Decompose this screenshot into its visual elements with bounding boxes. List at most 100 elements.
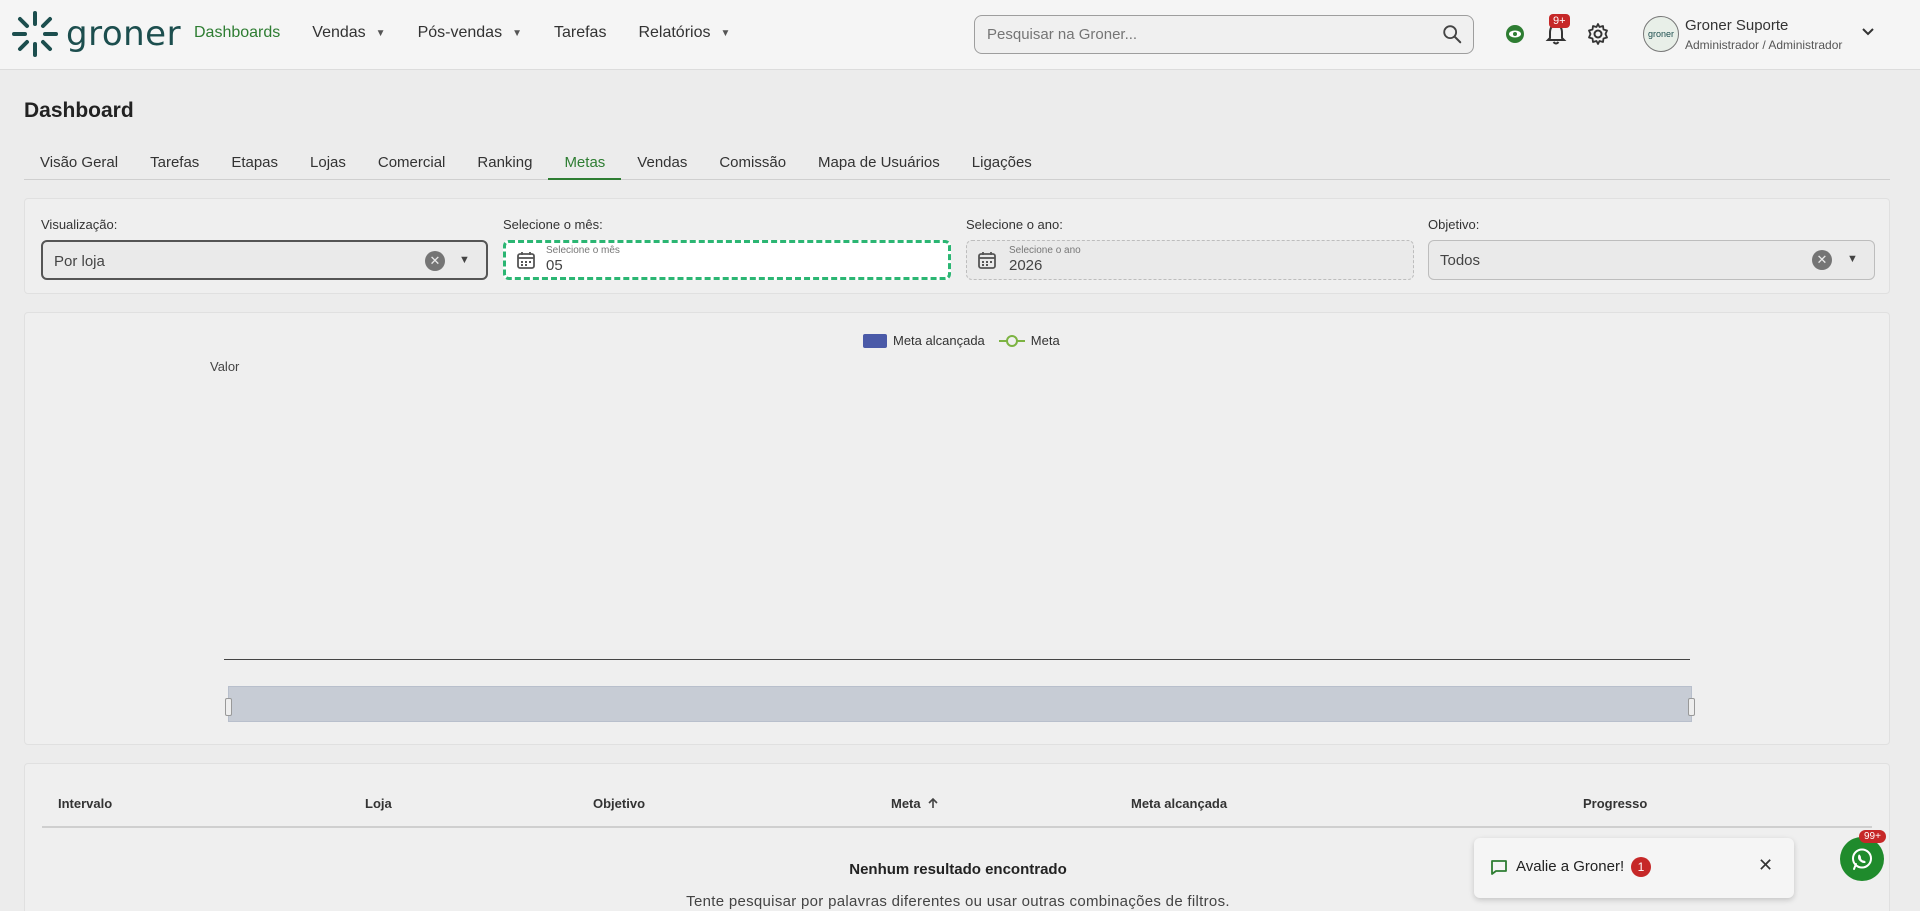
notifications-badge: 9+ bbox=[1549, 14, 1570, 28]
tab-vendas[interactable]: Vendas bbox=[621, 148, 703, 180]
filter-mes: Selecione o mês: Selecione o mês 05 bbox=[503, 217, 951, 280]
clear-icon[interactable]: ✕ bbox=[1812, 250, 1832, 270]
user-menu[interactable]: groner Groner Suporte Administrador / Ad… bbox=[1643, 16, 1876, 52]
legend-label[interactable]: Meta alcançada bbox=[893, 333, 985, 348]
table-header: Intervalo Loja Objetivo Meta Meta alcanç… bbox=[42, 786, 1872, 828]
tab-mapa-de-usuarios[interactable]: Mapa de Usuários bbox=[802, 148, 956, 180]
nav-vendas[interactable]: Vendas ▼ bbox=[312, 24, 385, 42]
select-value: Todos bbox=[1440, 252, 1481, 269]
zoom-handle-right[interactable] bbox=[1688, 698, 1695, 716]
goals-chart: Meta alcançada Meta Valor bbox=[24, 312, 1890, 745]
x-axis-line bbox=[224, 659, 1690, 660]
close-icon[interactable]: ✕ bbox=[1758, 855, 1773, 876]
visualizacao-select[interactable]: Por loja ✕ ▼ bbox=[41, 240, 488, 280]
nav-label: Dashboards bbox=[194, 24, 281, 41]
tab-tarefas[interactable]: Tarefas bbox=[134, 148, 215, 180]
toast-count-badge: 1 bbox=[1631, 857, 1651, 877]
page-title: Dashboard bbox=[24, 99, 134, 122]
logo-text: groner bbox=[66, 14, 182, 54]
column-meta[interactable]: Meta bbox=[891, 796, 939, 811]
column-meta-alcancada[interactable]: Meta alcançada bbox=[1131, 796, 1227, 811]
filter-ano: Selecione o ano: Selecione o ano 2026 bbox=[966, 217, 1414, 280]
column-progresso[interactable]: Progresso bbox=[1583, 796, 1647, 811]
eye-chat-icon[interactable] bbox=[1503, 22, 1527, 51]
search-input[interactable] bbox=[975, 16, 1415, 53]
tab-metas[interactable]: Metas bbox=[548, 148, 622, 180]
dashboard-tabs: Visão Geral Tarefas Etapas Lojas Comerci… bbox=[24, 148, 1890, 180]
nav-label: Relatórios bbox=[638, 24, 711, 41]
vertical-scrollbar[interactable] bbox=[1904, 70, 1920, 911]
caret-down-icon: ▼ bbox=[375, 27, 386, 39]
caret-down-icon: ▼ bbox=[720, 27, 731, 39]
whatsapp-badge: 99+ bbox=[1859, 830, 1886, 843]
feedback-toast[interactable]: Avalie a Groner! 1 ✕ bbox=[1474, 838, 1794, 898]
filters-card: Visualização: Por loja ✕ ▼ Selecione o m… bbox=[24, 198, 1890, 294]
calendar-icon bbox=[977, 250, 997, 275]
filter-objetivo: Objetivo: Todos ✕ ▼ bbox=[1428, 217, 1875, 280]
column-objetivo[interactable]: Objetivo bbox=[593, 796, 645, 811]
tab-ligacoes[interactable]: Ligações bbox=[956, 148, 1048, 180]
month-value: 05 bbox=[546, 257, 563, 274]
user-name: Groner Suporte bbox=[1685, 16, 1789, 34]
legend-line-marker bbox=[998, 334, 1025, 347]
tab-comissao[interactable]: Comissão bbox=[703, 148, 802, 180]
chart-legend: Meta alcançada Meta bbox=[863, 333, 1060, 348]
column-intervalo[interactable]: Intervalo bbox=[58, 796, 112, 811]
whatsapp-icon bbox=[1852, 848, 1872, 870]
month-hint: Selecione o mês bbox=[546, 245, 620, 256]
tab-ranking[interactable]: Ranking bbox=[461, 148, 548, 180]
filter-label: Objetivo: bbox=[1428, 217, 1480, 232]
nav-dashboards[interactable]: Dashboards bbox=[194, 24, 280, 42]
chart-zoom-slider[interactable] bbox=[225, 686, 1695, 722]
column-loja[interactable]: Loja bbox=[365, 796, 392, 811]
y-axis-label: Valor bbox=[210, 359, 240, 374]
app-screen: groner Dashboards Vendas ▼ Pós-vendas ▼ Ta… bbox=[0, 0, 1920, 911]
toast-text: Avalie a Groner! bbox=[1516, 858, 1625, 875]
tab-etapas[interactable]: Etapas bbox=[215, 148, 294, 180]
gear-icon[interactable] bbox=[1586, 22, 1610, 51]
nav-relatorios[interactable]: Relatórios ▼ bbox=[638, 24, 730, 42]
chat-bubble-icon bbox=[1490, 858, 1508, 881]
year-hint: Selecione o ano bbox=[1009, 245, 1081, 256]
sort-arrow-up-icon bbox=[928, 797, 938, 808]
avatar: groner bbox=[1643, 16, 1679, 52]
nav-label: Tarefas bbox=[553, 24, 607, 41]
dropdown-arrow-icon[interactable]: ▼ bbox=[459, 254, 470, 266]
search-icon[interactable] bbox=[1441, 23, 1463, 50]
year-picker[interactable]: Selecione o ano 2026 bbox=[966, 240, 1414, 280]
year-field: Selecione o ano 2026 bbox=[1009, 245, 1081, 274]
filter-label: Selecione o ano: bbox=[966, 217, 1063, 232]
tab-visao-geral[interactable]: Visão Geral bbox=[24, 148, 134, 180]
nav-pos-vendas[interactable]: Pós-vendas ▼ bbox=[418, 24, 522, 42]
tab-comercial[interactable]: Comercial bbox=[362, 148, 462, 180]
filter-label: Selecione o mês: bbox=[503, 217, 603, 232]
caret-down-icon: ▼ bbox=[512, 27, 522, 39]
nav-label: Pós-vendas bbox=[417, 24, 503, 41]
objetivo-select[interactable]: Todos ✕ ▼ bbox=[1428, 240, 1875, 280]
column-label: Meta bbox=[891, 796, 921, 811]
user-info: Groner Suporte Administrador / Administr… bbox=[1685, 17, 1842, 52]
tab-lojas[interactable]: Lojas bbox=[294, 148, 362, 180]
global-search bbox=[974, 15, 1474, 54]
calendar-icon bbox=[516, 250, 536, 275]
groner-logo-icon bbox=[12, 11, 58, 57]
whatsapp-button[interactable] bbox=[1840, 837, 1884, 881]
chevron-down-icon[interactable] bbox=[1860, 25, 1876, 43]
main-nav: Dashboards Vendas ▼ Pós-vendas ▼ Tarefas R… bbox=[194, 24, 730, 42]
legend-swatch-bar bbox=[863, 333, 887, 348]
legend-label[interactable]: Meta bbox=[1031, 333, 1060, 348]
user-role: Administrador / Administrador bbox=[1685, 37, 1843, 52]
avatar-text: groner bbox=[1647, 29, 1674, 39]
month-field: Selecione o mês 05 bbox=[546, 245, 620, 274]
clear-icon[interactable]: ✕ bbox=[425, 251, 445, 271]
filter-visualizacao: Visualização: Por loja ✕ ▼ bbox=[41, 217, 488, 280]
top-header: groner Dashboards Vendas ▼ Pós-vendas ▼ Ta… bbox=[0, 0, 1920, 70]
year-value: 2026 bbox=[1009, 257, 1043, 274]
zoom-handle-left[interactable] bbox=[225, 698, 232, 716]
dropdown-arrow-icon[interactable]: ▼ bbox=[1847, 253, 1858, 265]
nav-tarefas[interactable]: Tarefas bbox=[554, 24, 606, 42]
filter-label: Visualização: bbox=[41, 217, 118, 232]
groner-logo[interactable]: groner bbox=[12, 10, 181, 58]
month-picker[interactable]: Selecione o mês 05 bbox=[503, 240, 951, 280]
select-value: Por loja bbox=[54, 253, 105, 270]
